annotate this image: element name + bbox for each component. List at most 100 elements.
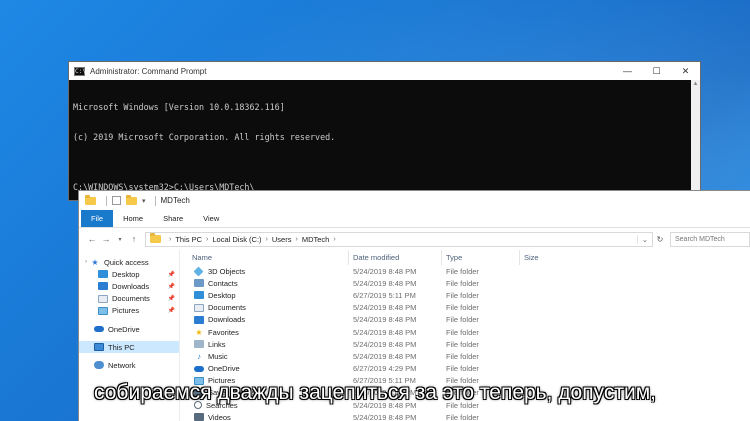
- column-header-type[interactable]: Type: [442, 250, 520, 265]
- up-arrow-icon[interactable]: ↑: [127, 234, 141, 244]
- file-row[interactable]: OneDrive 6/27/2019 4:29 PM File folder: [180, 363, 750, 375]
- file-row[interactable]: ★ Favorites 5/24/2019 8:48 PM File folder: [180, 326, 750, 338]
- cmd-titlebar[interactable]: C:\ Administrator: Command Prompt — ☐ ✕: [69, 62, 700, 80]
- pin-icon[interactable]: 📌: [168, 307, 175, 314]
- breadcrumb-local-disk[interactable]: Local Disk (C:): [212, 235, 261, 244]
- this-pc-icon: [94, 343, 104, 352]
- file-date: 5/24/2019 8:48 PM: [353, 266, 417, 276]
- onedrive-icon: [194, 365, 204, 372]
- new-folder-icon[interactable]: [126, 194, 137, 205]
- file-type: File folder: [446, 290, 479, 300]
- file-type: File folder: [446, 266, 479, 276]
- downloads-icon: [98, 282, 108, 291]
- file-type: File folder: [446, 327, 479, 337]
- column-header-size[interactable]: Size: [520, 250, 580, 265]
- recent-locations-icon[interactable]: ▾: [113, 236, 127, 243]
- tab-share[interactable]: Share: [153, 210, 193, 227]
- scroll-up-icon[interactable]: ▲: [691, 80, 700, 89]
- documents-icon: [194, 303, 204, 312]
- search-input[interactable]: Search MDTech: [670, 231, 750, 247]
- chevron-right-icon[interactable]: ›: [333, 236, 335, 243]
- chevron-right-icon[interactable]: ›: [169, 236, 171, 243]
- ribbon-tabs: File Home Share View: [79, 210, 750, 228]
- file-date: 5/24/2019 8:48 PM: [353, 315, 417, 325]
- file-name: Contacts: [208, 278, 238, 288]
- file-name: 3D Objects: [208, 266, 246, 276]
- navigation-bar: ← → ▾ ↑ › This PC › Local Disk (C:) › Us…: [79, 228, 750, 250]
- breadcrumb-users[interactable]: Users: [272, 235, 292, 244]
- sidebar-item-documents[interactable]: Documents 📌: [79, 293, 179, 305]
- explorer-window-title: MDTech: [160, 196, 190, 205]
- sidebar-item-network[interactable]: Network: [79, 359, 179, 371]
- desktop-icon: [98, 270, 108, 279]
- file-row[interactable]: Downloads 5/24/2019 8:48 PM File folder: [180, 314, 750, 326]
- chevron-right-icon[interactable]: ›: [295, 236, 297, 243]
- file-name: Videos: [208, 412, 231, 421]
- contacts-icon: [194, 279, 204, 288]
- file-name: Documents: [208, 303, 246, 313]
- tab-home[interactable]: Home: [113, 210, 153, 227]
- 3d-objects-icon: [193, 266, 204, 277]
- pin-icon[interactable]: 📌: [168, 295, 175, 302]
- file-date: 5/24/2019 8:48 PM: [353, 278, 417, 288]
- sidebar-item-desktop[interactable]: Desktop 📌: [79, 268, 179, 280]
- refresh-icon[interactable]: ↻: [653, 235, 667, 244]
- pin-icon[interactable]: 📌: [168, 283, 175, 290]
- properties-icon[interactable]: [112, 196, 121, 205]
- cmd-icon: C:\: [74, 66, 86, 76]
- cmd-maximize-button[interactable]: ☐: [642, 62, 671, 80]
- chevron-down-icon[interactable]: ⌄: [636, 234, 652, 244]
- file-name: OneDrive: [208, 364, 240, 374]
- videos-icon: [194, 413, 204, 421]
- tab-view[interactable]: View: [193, 210, 229, 227]
- downloads-icon: [194, 315, 204, 324]
- back-arrow-icon[interactable]: ←: [85, 234, 99, 244]
- sidebar-item-onedrive[interactable]: OneDrive: [79, 323, 179, 335]
- file-date: 5/24/2019 8:48 PM: [353, 339, 417, 349]
- cmd-line: Microsoft Windows [Version 10.0.18362.11…: [73, 102, 285, 112]
- sidebar-item-pictures[interactable]: Pictures 📌: [79, 305, 179, 317]
- address-bar[interactable]: › This PC › Local Disk (C:) › Users › MD…: [145, 231, 653, 247]
- chevron-right-icon[interactable]: ›: [206, 236, 208, 243]
- file-type: File folder: [446, 278, 479, 288]
- customize-toolbar-icon[interactable]: ▾: [142, 197, 146, 205]
- command-prompt-window[interactable]: C:\ Administrator: Command Prompt — ☐ ✕ …: [68, 61, 701, 201]
- chevron-right-icon[interactable]: ›: [266, 236, 268, 243]
- file-type: File folder: [446, 412, 479, 421]
- file-row[interactable]: 3D Objects 5/24/2019 8:48 PM File folder: [180, 265, 750, 277]
- cmd-scrollbar[interactable]: ▲: [691, 80, 700, 201]
- file-type: File folder: [446, 364, 479, 374]
- explorer-titlebar[interactable]: ▾ MDTech: [79, 191, 750, 210]
- file-row[interactable]: Videos 5/24/2019 8:48 PM File folder: [180, 411, 750, 421]
- pin-icon[interactable]: 📌: [168, 271, 175, 278]
- tab-file[interactable]: File: [81, 210, 114, 227]
- search-placeholder: Search MDTech: [675, 235, 725, 243]
- breadcrumb-mdtech[interactable]: MDTech: [302, 235, 330, 244]
- favorites-star-icon: ★: [195, 327, 203, 337]
- cmd-close-button[interactable]: ✕: [671, 62, 700, 80]
- file-type: File folder: [446, 339, 479, 349]
- pictures-icon: [98, 306, 108, 315]
- column-header-date[interactable]: Date modified: [349, 250, 442, 265]
- column-header-name[interactable]: Name: [180, 250, 349, 265]
- file-row[interactable]: Desktop 6/27/2019 5:11 PM File folder: [180, 289, 750, 301]
- sidebar-item-quick-access[interactable]: › ★ Quick access: [79, 256, 179, 268]
- breadcrumb-this-pc[interactable]: This PC: [175, 235, 202, 244]
- file-row[interactable]: Contacts 5/24/2019 8:48 PM File folder: [180, 277, 750, 289]
- file-name: Desktop: [208, 290, 236, 300]
- file-row[interactable]: Documents 5/24/2019 8:48 PM File folder: [180, 302, 750, 314]
- cmd-minimize-button[interactable]: —: [613, 62, 642, 80]
- file-date: 5/24/2019 8:48 PM: [353, 327, 417, 337]
- sidebar-item-this-pc[interactable]: This PC: [79, 341, 179, 354]
- onedrive-icon: [94, 326, 104, 333]
- folder-icon: [150, 233, 161, 243]
- sidebar-item-downloads[interactable]: Downloads 📌: [79, 280, 179, 292]
- music-note-icon: ♪: [197, 351, 201, 361]
- file-date: 5/24/2019 8:48 PM: [353, 412, 417, 421]
- folder-icon: [85, 194, 96, 205]
- file-type: File folder: [446, 303, 479, 313]
- file-date: 6/27/2019 5:11 PM: [353, 290, 416, 300]
- file-row[interactable]: Links 5/24/2019 8:48 PM File folder: [180, 338, 750, 350]
- forward-arrow-icon[interactable]: →: [99, 234, 113, 244]
- file-row[interactable]: ♪ Music 5/24/2019 8:48 PM File folder: [180, 350, 750, 362]
